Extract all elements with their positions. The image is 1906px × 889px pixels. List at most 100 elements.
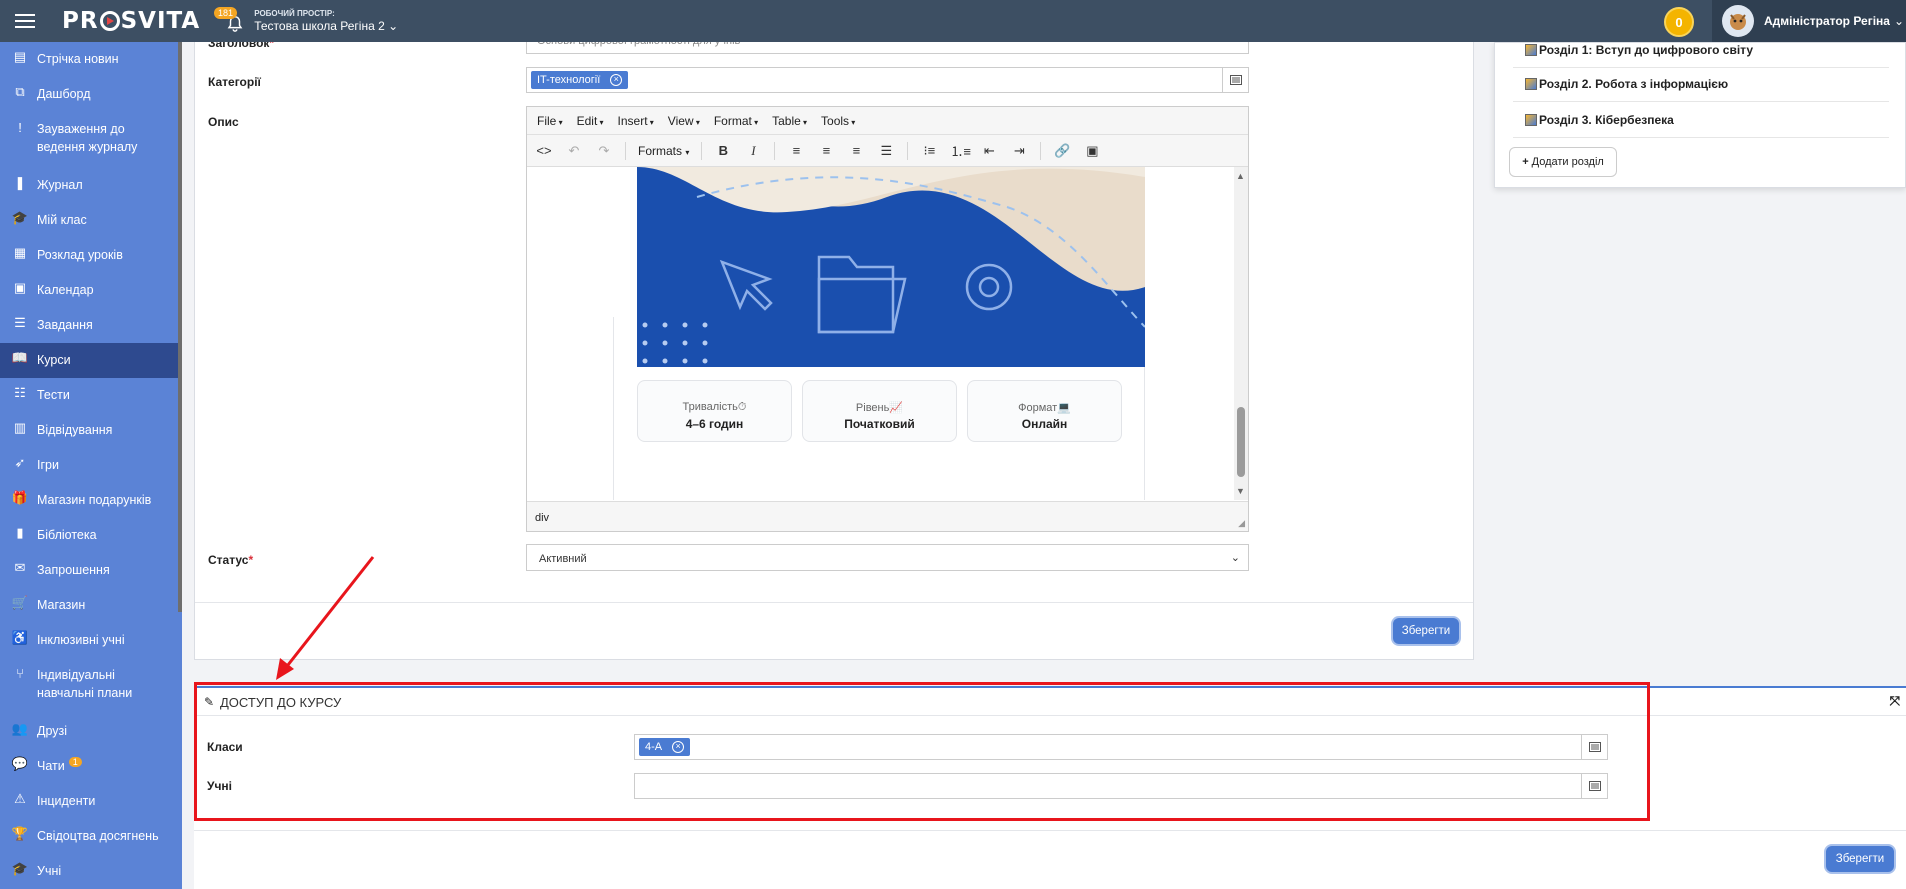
bold-icon[interactable]: B [714, 143, 732, 158]
element-path[interactable]: div [535, 512, 549, 524]
brand-logo[interactable]: PR SVITA [62, 8, 200, 34]
sidebar-scrollbar[interactable] [178, 42, 182, 612]
course-banner-image [637, 167, 1145, 367]
section-item[interactable]: Розділ 3. Кібербезпека [1525, 113, 1674, 127]
link-icon[interactable]: 🔗 [1053, 143, 1071, 159]
sidebar-item[interactable]: ⚠ Інциденти [0, 784, 182, 819]
scroll-thumb[interactable] [1237, 407, 1245, 477]
sidebar-item[interactable]: ➶ Ігри [0, 448, 182, 483]
align-center-icon[interactable]: ≡ [817, 143, 835, 158]
add-section-button[interactable]: + Додати розділ [1509, 147, 1617, 177]
outdent-icon[interactable]: ⇤ [980, 143, 998, 159]
source-code-icon[interactable]: <> [535, 143, 553, 158]
sidebar-item[interactable]: ✉ Запрошення [0, 553, 182, 588]
students-label: Учні [207, 779, 233, 793]
undo-icon[interactable]: ↶ [565, 143, 583, 159]
workspace-switcher[interactable]: РОБОЧИЙ ПРОСТІР: Тестова школа Регіна 2 … [254, 9, 398, 33]
access-save-button[interactable]: Зберегти [1824, 844, 1896, 874]
card-footer-divider [195, 602, 1473, 603]
formats-dropdown[interactable]: Formats ▾ [638, 144, 689, 158]
scroll-down-icon[interactable]: ▼ [1236, 486, 1245, 496]
sidebar-item[interactable]: ♿ Інклюзивні учні [0, 623, 182, 658]
library-icon: ▮ [16, 525, 24, 540]
sidebar-item[interactable]: ▤ Стрічка новин [0, 42, 182, 77]
brand-part: SVITA [120, 8, 201, 34]
info-card-value: Онлайн [1021, 417, 1068, 431]
sidebar-item[interactable]: 💬 Чати 1 [0, 749, 182, 784]
editor-menu-item[interactable]: Edit [577, 114, 604, 128]
sidebar-item[interactable]: ⧉ Дашборд [0, 77, 182, 112]
section-divider [1513, 101, 1889, 102]
editor-menu-item[interactable]: Tools [821, 114, 855, 128]
list-icon[interactable] [1581, 774, 1607, 798]
italic-icon[interactable]: I [744, 143, 762, 159]
sidebar-item[interactable]: ☷ Тести [0, 378, 182, 413]
book-open-icon: 📖 [11, 350, 29, 365]
align-justify-icon[interactable]: ☰ [877, 143, 895, 159]
image-icon[interactable]: ▣ [1083, 143, 1101, 159]
sidebar-item[interactable]: 🎓 Учні [0, 854, 182, 889]
sidebar-item[interactable]: 🛒 Магазин [0, 588, 182, 623]
sidebar-item[interactable]: 📖 Курси [0, 343, 182, 378]
editor-toolbar: <> ↶ ↷ Formats ▾ B I ≡ ≡ ≡ ☰ ⁝≡ ⒈≡ ⇤ ⇥ 🔗… [527, 135, 1248, 167]
section-divider [1513, 137, 1889, 138]
info-card-key: Рівень [855, 402, 890, 414]
category-chip[interactable]: IT-технології × [531, 71, 629, 89]
list-icon[interactable] [1581, 735, 1607, 759]
save-button[interactable]: Зберегти [1391, 616, 1461, 646]
editor-menu-item[interactable]: Table [772, 114, 807, 128]
redo-icon[interactable]: ↷ [595, 143, 613, 159]
scroll-up-icon[interactable]: ▲ [1236, 171, 1245, 181]
students-select[interactable] [634, 773, 1608, 799]
status-select[interactable]: Активний ⌄ [526, 544, 1249, 571]
bullet-list-icon[interactable]: ⁝≡ [920, 143, 938, 159]
course-sections-panel: Розділ 1: Вступ до цифрового світу Розділ… [1494, 42, 1906, 188]
sidebar-item[interactable]: 🏆 Свідоцтва досягнень [0, 819, 182, 854]
remove-chip-icon[interactable]: × [672, 741, 685, 753]
indent-icon[interactable]: ⇥ [1010, 143, 1028, 159]
sidebar-item[interactable]: 🎓 Мій клас [0, 203, 182, 238]
menu-toggle-icon[interactable] [0, 0, 50, 42]
remove-chip-icon[interactable]: × [610, 74, 623, 86]
sidebar-item[interactable]: ▣ Календар [0, 273, 182, 308]
section-item[interactable]: Розділ 2. Робота з інформацією [1525, 77, 1728, 91]
user-menu[interactable]: Адміністратор Регіна ⌄ [1712, 0, 1906, 42]
list-icon[interactable] [1222, 68, 1248, 92]
resize-handle-icon[interactable]: ◢ [1238, 518, 1245, 529]
tasks-icon: ☰ [14, 315, 26, 330]
editor-menu-item[interactable]: View [668, 114, 700, 128]
user-name: Адміністратор Регіна [1764, 14, 1890, 28]
align-right-icon[interactable]: ≡ [847, 143, 865, 158]
section-title: Розділ 3. Кібербезпека [1539, 113, 1674, 127]
sidebar-item-label: Інклюзивні учні [37, 633, 125, 647]
notifications-badge: 181 [214, 7, 238, 19]
sidebar-item[interactable]: 🎁 Магазин подарунків [0, 483, 182, 518]
editor-menu-item[interactable]: Format [714, 114, 758, 128]
section-item[interactable]: Розділ 1: Вступ до цифрового світу [1525, 43, 1753, 57]
chat-badge: 1 [68, 757, 82, 767]
sidebar-item-label: Свідоцтва досягнень [37, 829, 159, 843]
sidebar-item[interactable]: ! Зауваження до ведення журналу [0, 112, 182, 168]
editor-menu-item[interactable]: Insert [618, 114, 654, 128]
sidebar-item[interactable]: ▦ Розклад уроків [0, 238, 182, 273]
sidebar-item[interactable]: ▥ Відвідування [0, 413, 182, 448]
sidebar-item[interactable]: ☰ Завдання [0, 308, 182, 343]
editor-scrollbar[interactable]: ▲ ▼ [1234, 167, 1248, 500]
sidebar-item[interactable]: ▮ Бібліотека [0, 518, 182, 553]
sidebar-item[interactable]: ⑂ Індивідуальні навчальні плани [0, 658, 182, 714]
class-chip[interactable]: 4-А × [639, 738, 691, 756]
sidebar-item[interactable]: 👥 Друзі [0, 714, 182, 749]
categories-select[interactable]: IT-технології × [526, 67, 1249, 93]
sidebar-item[interactable]: ❚ Журнал [0, 168, 182, 203]
fullscreen-icon[interactable]: ⤧ [1890, 693, 1900, 709]
align-left-icon[interactable]: ≡ [787, 143, 805, 158]
sidebar-nav: ▤ Стрічка новин ⧉ Дашборд! Зауваження до вед… [0, 42, 182, 889]
info-card: Формат💻 Онлайн [967, 380, 1122, 442]
editor-content[interactable]: Тривалість⏱ 4–6 годин Рівень📈 Початковий Фор… [527, 167, 1248, 500]
editor-menu-item[interactable]: File [537, 114, 563, 128]
classes-select[interactable]: 4-А × [634, 734, 1608, 760]
numbered-list-icon[interactable]: ⒈≡ [950, 141, 971, 160]
info-card-emoji: 💻 [1057, 402, 1071, 414]
classes-label: Класи [207, 740, 243, 754]
coin-balance[interactable]: 0 [1664, 7, 1694, 37]
